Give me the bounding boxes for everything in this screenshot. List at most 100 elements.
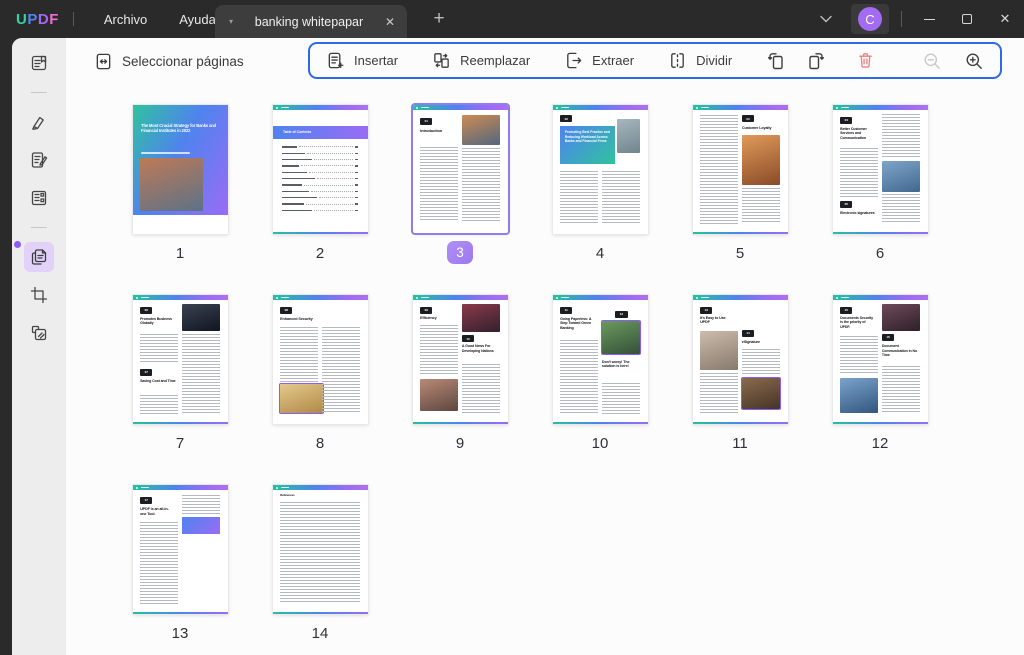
page-thumbnail[interactable]: Table of Contents — [273, 105, 368, 234]
thumb-lines — [882, 366, 920, 414]
insert-page-icon — [326, 51, 345, 70]
thumb-h: Customer Loyalty — [742, 126, 780, 131]
page-number-label: 12 — [867, 432, 893, 454]
thumb-toc — [282, 146, 358, 211]
page-thumbnail-cell[interactable]: 03Customer Loyalty5 — [670, 105, 810, 264]
tab-close-icon[interactable]: ✕ — [385, 15, 395, 29]
thumb-photo — [602, 321, 640, 355]
sidebar-item-forms[interactable] — [24, 183, 54, 213]
thumb-h: Enhanced Security — [280, 317, 329, 322]
thumb-badge: 06 — [140, 307, 152, 314]
zoom-in-icon — [964, 51, 984, 71]
thumb-lines — [882, 114, 920, 158]
thumb-lines — [280, 502, 360, 604]
thumb-lines — [462, 364, 500, 414]
page-thumbnail[interactable]: 08Enhanced Security — [273, 295, 368, 424]
thumb-lines — [140, 522, 178, 603]
select-pages-button[interactable]: Seleccionar páginas — [94, 46, 244, 76]
page-thumbnail-cell[interactable]: 02Promoting Best Practice and Reducing W… — [530, 105, 670, 264]
thumb-footer-strip — [133, 422, 228, 425]
sidebar-item-stacked-pages[interactable] — [24, 318, 54, 348]
zoom-out-button[interactable] — [922, 51, 942, 71]
chevron-down-icon[interactable] — [811, 15, 841, 23]
page-number-label: 3 — [447, 241, 473, 264]
page-thumbnail-cell[interactable]: References14 — [250, 485, 390, 644]
thumb-h: Introduction — [420, 128, 458, 133]
thumb-header-bar — [273, 485, 368, 490]
thumb-lines — [182, 495, 220, 514]
thumb-badge: 09 — [420, 307, 432, 314]
page-thumbnail[interactable]: 02Promoting Best Practice and Reducing W… — [553, 105, 648, 234]
page-thumbnail[interactable]: 01Introduction — [413, 105, 508, 233]
page-thumbnail[interactable]: References — [273, 485, 368, 614]
split-page-icon — [668, 51, 687, 70]
page-thumbnail[interactable]: 06Promotes Business Globally07Saving Cos… — [133, 295, 228, 424]
page-thumbnail-cell[interactable]: 15Documents Security is the priority of … — [810, 295, 950, 454]
replace-button[interactable]: Reemplazar — [432, 51, 530, 70]
rotate-right-button[interactable] — [806, 51, 826, 71]
sidebar-item-edit[interactable] — [24, 145, 54, 175]
sidebar-item-comment[interactable] — [24, 107, 54, 137]
document-tab[interactable]: ▾ banking whitepapar ✕ — [215, 5, 407, 38]
thumb-header-bar — [133, 295, 228, 300]
close-button[interactable]: ✕ — [986, 0, 1024, 38]
replace-page-icon — [432, 51, 451, 70]
active-tool-indicator — [14, 241, 21, 248]
zoom-in-button[interactable] — [964, 51, 984, 71]
page-thumbnail-cell[interactable]: Table of Contents2 — [250, 105, 390, 264]
crop-icon — [29, 285, 49, 305]
thumb-header-bar — [693, 295, 788, 300]
delete-button[interactable] — [856, 51, 875, 70]
page-thumbnail[interactable]: 11Going Paperless: A Step Toward Green B… — [553, 295, 648, 424]
thumb-photo — [420, 379, 458, 411]
maximize-icon — [962, 14, 972, 24]
page-thumbnail[interactable]: 13It's Easy to Use UPDF14eSignature — [693, 295, 788, 424]
page-thumbnail-cell[interactable]: 01Introduction 3 — [390, 105, 530, 264]
thumb-footer-strip — [133, 612, 228, 615]
thumb-badge: 15 — [840, 307, 852, 314]
sidebar-item-crop[interactable] — [24, 280, 54, 310]
thumb-h: UPDF is an all-in-one Tool. — [140, 507, 174, 516]
logo-letter: P — [27, 11, 38, 28]
sidebar-item-reader[interactable] — [24, 48, 54, 78]
page-number-label: 7 — [167, 432, 193, 454]
page-thumbnail[interactable]: 17 UPDF is an all-in-one Tool. — [133, 485, 228, 614]
page-thumbnail-cell[interactable]: 09Efficiency10A Good News For Developing… — [390, 295, 530, 454]
insert-button[interactable]: Insertar — [326, 51, 398, 70]
tab-title: banking whitepapar — [233, 15, 385, 29]
thumb-h: Promotes Business Globally — [140, 317, 176, 326]
page-thumbnail-cell[interactable]: 04Better Customer Services and Communica… — [810, 105, 950, 264]
app-window: Seleccionar páginas Insertar Reemplazar — [12, 38, 1024, 655]
extract-button[interactable]: Extraer — [564, 51, 634, 70]
page-thumbnail-cell[interactable]: 06Promotes Business Globally07Saving Cos… — [110, 295, 250, 454]
toc-row — [282, 165, 358, 166]
thumb-badge: 17 — [140, 497, 152, 504]
thumb-footer-strip — [413, 422, 508, 425]
page-thumbnail[interactable]: 15Documents Security is the priority of … — [833, 295, 928, 424]
account-button[interactable]: C — [851, 4, 889, 34]
thumb-photo — [462, 115, 500, 144]
page-number-label: 6 — [867, 242, 893, 264]
thumb-h: Efficiency — [420, 316, 456, 321]
page-thumbnail[interactable]: 09Efficiency10A Good News For Developing… — [413, 295, 508, 424]
thumb-badge: 16 — [882, 334, 894, 341]
thumb-lines — [700, 373, 738, 414]
page-thumbnail-cell[interactable]: 13It's Easy to Use UPDF14eSignature11 — [670, 295, 810, 454]
menu-archivo[interactable]: Archivo — [88, 12, 163, 27]
page-thumbnail[interactable]: 04Better Customer Services and Communica… — [833, 105, 928, 234]
new-tab-button[interactable]: + — [424, 4, 454, 34]
page-thumbnail[interactable]: The Most Crucial Strategy for Banks and … — [133, 105, 228, 234]
maximize-button[interactable] — [948, 0, 986, 38]
split-button[interactable]: Dividir — [668, 51, 732, 70]
minimize-icon — [924, 19, 935, 20]
page-thumbnail-cell[interactable]: 11Going Paperless: A Step Toward Green B… — [530, 295, 670, 454]
page-thumbnail-cell[interactable]: 17 UPDF is an all-in-one Tool. 13 — [110, 485, 250, 644]
rotate-left-button[interactable] — [766, 51, 786, 71]
sidebar-item-organize-pages[interactable] — [24, 242, 54, 272]
page-number-label: 13 — [167, 622, 193, 644]
page-thumbnail-cell[interactable]: The Most Crucial Strategy for Banks and … — [110, 105, 250, 264]
page-thumbnail-cell[interactable]: 08Enhanced Security8 — [250, 295, 390, 454]
minimize-button[interactable] — [910, 0, 948, 38]
thumb-grad: Promoting Best Practice and Reducing Wor… — [560, 126, 615, 165]
page-thumbnail[interactable]: 03Customer Loyalty — [693, 105, 788, 234]
